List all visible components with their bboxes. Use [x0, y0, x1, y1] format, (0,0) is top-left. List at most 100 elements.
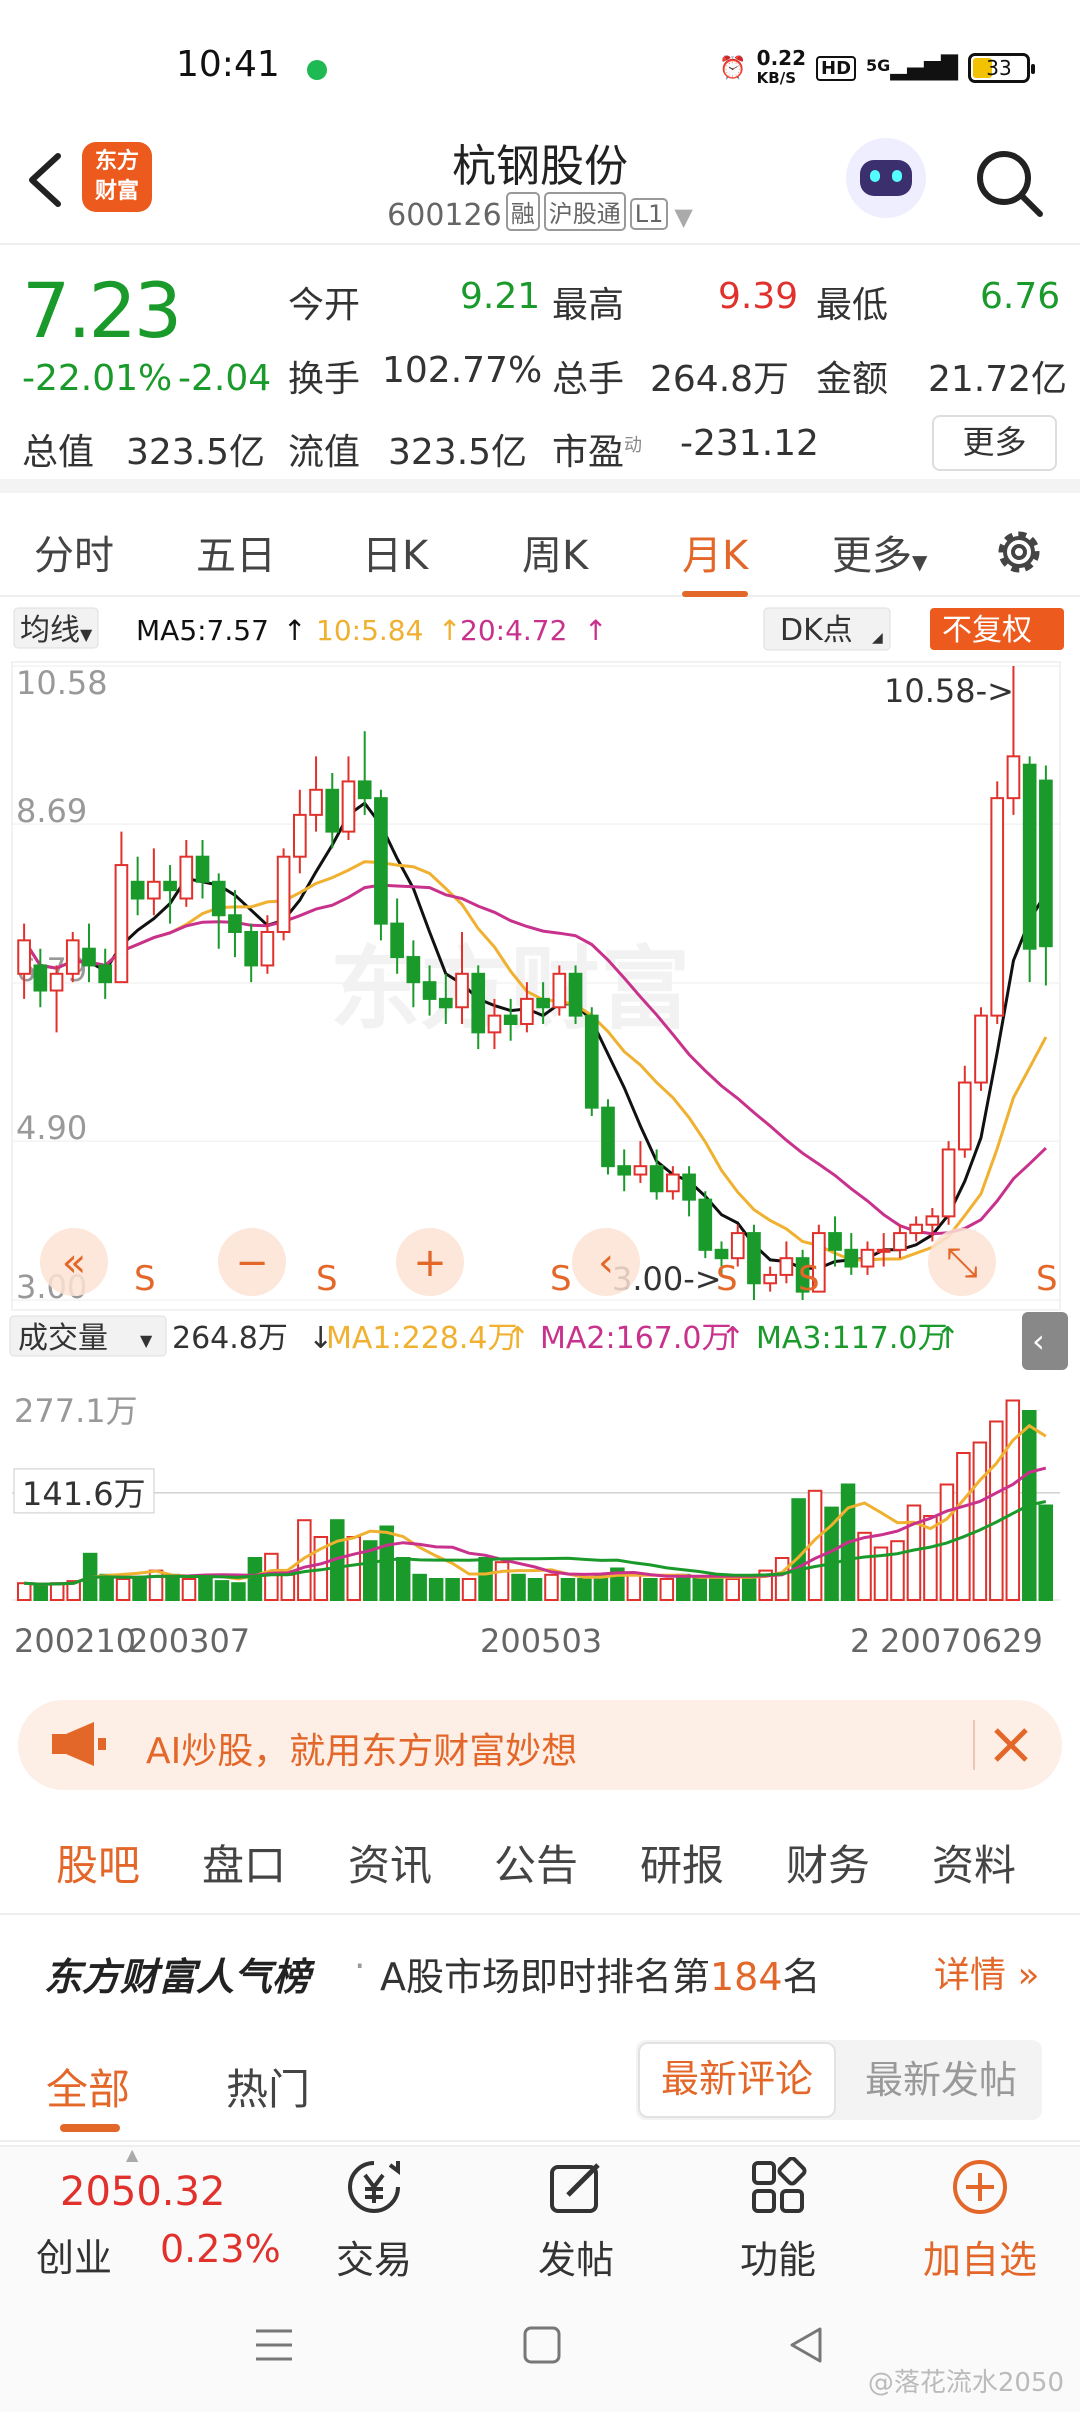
- volume-bar: [445, 1578, 460, 1601]
- index-value[interactable]: 2050.32: [60, 2169, 225, 2215]
- alarm-icon: ⏰: [719, 55, 747, 81]
- candle-body: [747, 1232, 761, 1285]
- rank-detail-link[interactable]: 详情 »: [934, 1946, 1039, 1998]
- candle-body: [925, 1215, 940, 1226]
- home-square-icon[interactable]: [522, 2325, 562, 2365]
- volume-bar: [181, 1578, 197, 1601]
- tab-five-day[interactable]: 五日: [196, 523, 276, 581]
- rank-detail-label: 详情: [934, 1955, 1007, 1996]
- tab-pankou[interactable]: 盘口: [202, 1832, 286, 1893]
- tab-research[interactable]: 研报: [640, 1832, 724, 1893]
- index-percent: 0.23%: [160, 2227, 281, 2271]
- float-value: 323.5亿: [388, 432, 528, 473]
- functions-grid-icon[interactable]: [748, 2157, 808, 2217]
- volume-bar: [741, 1578, 757, 1601]
- collapse-side-tab[interactable]: [1022, 1312, 1068, 1370]
- wechat-notification-icon: [307, 60, 327, 80]
- add-watchlist-label[interactable]: 加自选: [900, 2229, 1060, 2284]
- candle-body: [666, 1173, 680, 1193]
- close-icon[interactable]: [990, 1724, 1032, 1766]
- filter-all[interactable]: 全部: [46, 2056, 130, 2117]
- open-label: 今开: [288, 285, 361, 326]
- post-label[interactable]: 发帖: [496, 2229, 656, 2284]
- candle-body: [341, 780, 356, 833]
- volume-bar: [989, 1420, 1004, 1601]
- kline-chart-area[interactable]: 均线 ▼ MA5:7.57 10:5.84 20:4.72 ↑ ↑ ↑ DK点 ◢ 不复权 10.58…: [0, 600, 1080, 1680]
- candle-body: [147, 880, 161, 900]
- tab-monthly-k[interactable]: 月K: [682, 523, 749, 597]
- content-tabs: 股吧 盘口 资讯 公告 研报 财务 资料: [0, 1810, 1080, 1915]
- sort-latest-post[interactable]: 最新发帖: [842, 2042, 1040, 2118]
- tab-weekly-k[interactable]: 周K: [522, 523, 588, 581]
- candle-body: [325, 788, 340, 833]
- tab-profile[interactable]: 资料: [932, 1832, 1016, 1893]
- ai-robot-avatar-icon[interactable]: [846, 138, 926, 218]
- sell-signal-marker: S: [716, 1259, 738, 1299]
- trade-label[interactable]: 交易: [294, 2229, 454, 2284]
- status-time: 10:41: [176, 44, 280, 85]
- candle-body: [211, 880, 226, 917]
- rank-title: 东方财富人气榜: [44, 1955, 311, 1999]
- candle-body: [828, 1232, 842, 1251]
- kline-chart-svg[interactable]: 均线 ▼ MA5:7.57 10:5.84 20:4.72↑ ↑ ↑ DK点 ◢ 不复权10.58…: [0, 600, 1080, 1680]
- candle-body: [503, 1014, 518, 1025]
- zoom-in-icon: +: [413, 1240, 447, 1286]
- weibo-watermark: @落花流水2050: [867, 2368, 1064, 2398]
- tab-intraday[interactable]: 分时: [34, 523, 114, 581]
- search-icon[interactable]: [974, 148, 1046, 220]
- sort-latest-comment[interactable]: 最新评论: [638, 2042, 836, 2118]
- candle-body: [228, 914, 242, 933]
- menu-lines-icon[interactable]: [254, 2325, 294, 2365]
- candle-body: [860, 1248, 875, 1268]
- battery-level: 33: [986, 56, 1012, 80]
- volume-bar: [527, 1578, 543, 1601]
- functions-label[interactable]: 功能: [698, 2229, 858, 2284]
- battery-icon: 33: [968, 53, 1035, 83]
- filter-all-underline: [60, 2124, 120, 2132]
- rank-dot: ·: [354, 1946, 366, 1987]
- mktcap-value: 323.5亿: [126, 432, 266, 473]
- add-watchlist-icon[interactable]: [950, 2157, 1010, 2217]
- ma10-up-arrow: ↑: [438, 614, 461, 647]
- tab-more[interactable]: 更多▼: [832, 523, 927, 581]
- candle-body: [33, 964, 48, 992]
- bottom-toolbar: ▲ 2050.32 创业 0.23% 交易 发帖 功能 加自选: [0, 2145, 1080, 2285]
- tab-announcements[interactable]: 公告: [494, 1832, 578, 1893]
- quote-more-button[interactable]: 更多: [932, 415, 1057, 471]
- volume-bar: [857, 1531, 872, 1601]
- back-triangle-icon[interactable]: [786, 2325, 826, 2365]
- vol-ma3-legend: MA3:117.0万: [756, 1321, 947, 1356]
- settings-gear-icon[interactable]: [990, 523, 1048, 581]
- status-icons: ⏰ 0.22 KB/S HD 5G▂▄▆█ 33: [719, 48, 1035, 88]
- volume-bar: [577, 1578, 592, 1601]
- tab-daily-k[interactable]: 日K: [362, 523, 428, 581]
- stock-header: 东方 财富 杭钢股份 600126 融沪股通 L1 ▼: [0, 120, 1080, 245]
- ma5-legend: MA5:7.57: [136, 614, 269, 647]
- candle-body: [195, 855, 210, 883]
- sell-signal-marker: S: [316, 1259, 338, 1299]
- vol-ma1-legend: MA1:228.4万: [326, 1321, 517, 1356]
- scroll-left-icon: ‹: [598, 1240, 614, 1286]
- tab-guba[interactable]: 股吧: [56, 1832, 140, 1893]
- vol-ma2-legend: MA2:167.0万: [540, 1321, 731, 1356]
- high-label: 最高: [552, 285, 625, 326]
- rank-text: A股市场即时排名第184名: [380, 1946, 821, 2001]
- rank-prefix: A股市场即时排名第: [380, 1955, 710, 1999]
- ai-ad-banner[interactable]: AI炒股，就用东方财富妙想: [18, 1700, 1062, 1790]
- app-root: 10:41 ⏰ 0.22 KB/S HD 5G▂▄▆█ 33 东方 财富 杭钢股份…: [0, 0, 1080, 2412]
- popularity-rank-row[interactable]: 东方财富人气榜 · A股市场即时排名第184名 详情 »: [0, 1920, 1080, 2020]
- candle-body: [276, 855, 291, 933]
- tab-news[interactable]: 资讯: [348, 1832, 432, 1893]
- rank-suffix: 名: [782, 1955, 821, 1999]
- post-edit-icon[interactable]: [546, 2157, 606, 2217]
- volume-bar: [972, 1441, 988, 1601]
- volume-bar: [280, 1573, 296, 1601]
- candle-body: [455, 972, 469, 1009]
- tab-finance[interactable]: 财务: [786, 1832, 870, 1893]
- candle-body: [260, 930, 275, 967]
- trade-yen-icon[interactable]: [344, 2157, 404, 2217]
- pe-dynamic-mark: 动: [624, 435, 643, 456]
- filter-hot[interactable]: 热门: [226, 2056, 310, 2117]
- candle-body: [406, 956, 421, 984]
- vol-ma1-arrow: ↑: [505, 1321, 530, 1356]
